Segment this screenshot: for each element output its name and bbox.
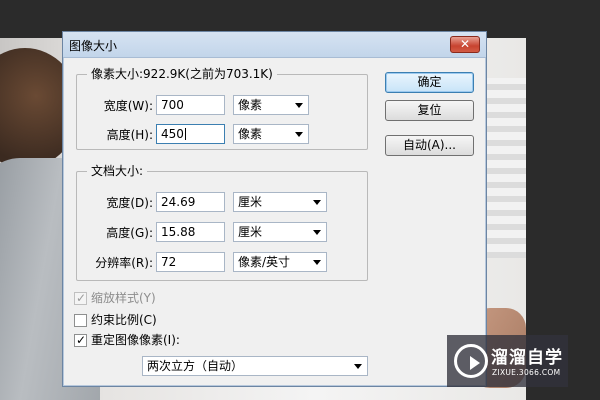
chevron-down-icon xyxy=(313,200,321,205)
pixel-height-unit: 像素 xyxy=(238,127,263,141)
doc-width-unit: 厘米 xyxy=(238,195,263,209)
reset-button[interactable]: 复位 xyxy=(385,100,474,121)
chevron-down-icon xyxy=(354,364,362,369)
doc-height-unit-select[interactable]: 厘米 xyxy=(233,222,327,242)
constrain-proportions-label: 约束比例(C) xyxy=(91,313,157,327)
doc-height-unit: 厘米 xyxy=(238,225,263,239)
resample-image-label: 重定图像像素(I): xyxy=(91,333,180,347)
close-icon: ✕ xyxy=(459,37,471,51)
doc-height-label: 高度(G): xyxy=(106,226,153,240)
checkmark-icon: ✓ xyxy=(76,291,87,305)
doc-width-input[interactable]: 24.69 xyxy=(156,192,225,212)
pixel-height-unit-select[interactable]: 像素 xyxy=(233,124,309,144)
resolution-value: 72 xyxy=(161,255,177,269)
resolution-unit: 像素/英寸 xyxy=(238,255,291,269)
resolution-unit-select[interactable]: 像素/英寸 xyxy=(233,252,327,272)
text-caret xyxy=(184,128,186,140)
pixel-width-label: 宽度(W): xyxy=(103,99,153,113)
doc-width-unit-select[interactable]: 厘米 xyxy=(233,192,327,212)
constrain-proportions-option: 约束比例(C) xyxy=(74,313,194,329)
doc-height-value: 15.88 xyxy=(161,225,196,239)
resolution-label: 分辨率(R): xyxy=(95,256,153,270)
chevron-down-icon xyxy=(295,103,303,108)
checkmark-icon: ✓ xyxy=(76,333,87,347)
resample-method-select[interactable]: 两次立方（自动） xyxy=(142,356,368,376)
doc-width-value: 24.69 xyxy=(161,195,196,209)
pixel-dimensions-legend: 像素大小:922.9K(之前为703.1K) xyxy=(87,67,277,81)
dialog-titlebar[interactable]: 图像大小 ✕ xyxy=(63,32,486,58)
resolution-input[interactable]: 72 xyxy=(156,252,225,272)
doc-height-input[interactable]: 15.88 xyxy=(156,222,225,242)
watermark-logo: 溜溜自学 ZIXUE.3066.COM xyxy=(447,335,568,387)
pixel-height-input[interactable]: 450 xyxy=(156,124,225,144)
resample-image-option: ✓ 重定图像像素(I): xyxy=(74,333,234,349)
pixel-height-label: 高度(H): xyxy=(106,128,153,142)
document-size-legend: 文档大小: xyxy=(87,164,148,178)
pixel-width-unit-select[interactable]: 像素 xyxy=(233,95,309,115)
play-circle-icon xyxy=(454,344,488,378)
scale-styles-label: 缩放样式(Y) xyxy=(91,291,156,305)
scale-styles-checkbox[interactable]: ✓ xyxy=(74,291,87,305)
constrain-proportions-checkbox[interactable] xyxy=(74,314,87,327)
pixel-width-value: 700 xyxy=(161,98,184,112)
resample-image-checkbox[interactable]: ✓ xyxy=(74,333,87,347)
close-button[interactable]: ✕ xyxy=(450,36,480,53)
scale-styles-option: ✓ 缩放样式(Y) xyxy=(74,291,194,307)
ok-button[interactable]: 确定 xyxy=(385,72,474,93)
watermark-title: 溜溜自学 xyxy=(491,348,563,368)
pixel-width-unit: 像素 xyxy=(238,98,263,112)
auto-button[interactable]: 自动(A)... xyxy=(385,135,474,156)
pixel-width-input[interactable]: 700 xyxy=(156,95,225,115)
resample-method-value: 两次立方（自动） xyxy=(147,359,244,373)
watermark-subtitle: ZIXUE.3066.COM xyxy=(492,368,561,377)
image-size-dialog: 图像大小 ✕ 像素大小:922.9K(之前为703.1K) 宽度(W): 700… xyxy=(62,31,487,387)
chevron-down-icon xyxy=(313,230,321,235)
dialog-title: 图像大小 xyxy=(69,39,118,53)
doc-width-label: 宽度(D): xyxy=(106,196,153,210)
chevron-down-icon xyxy=(295,132,303,137)
pixel-height-value: 450 xyxy=(161,127,184,141)
chevron-down-icon xyxy=(313,260,321,265)
play-icon xyxy=(470,356,480,370)
